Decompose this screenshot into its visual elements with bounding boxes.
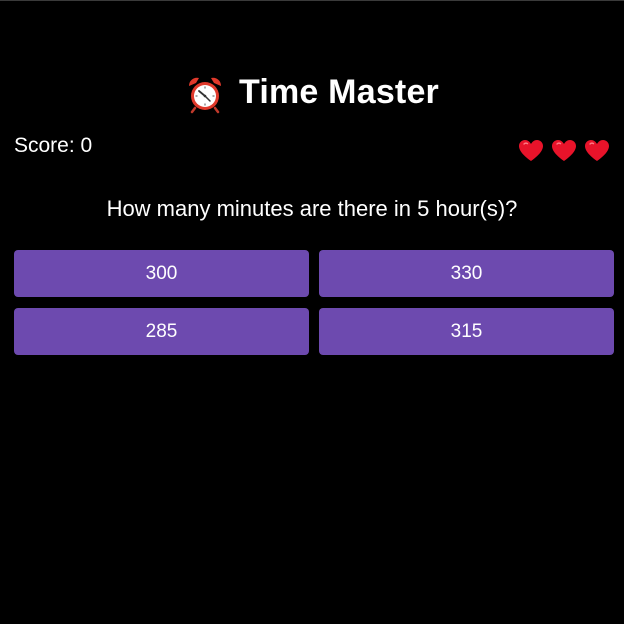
score-display: Score: 0	[14, 134, 93, 157]
answer-grid: 300 330 285 315	[14, 250, 614, 355]
answer-button[interactable]: 285	[14, 308, 309, 355]
answer-button[interactable]: 315	[319, 308, 614, 355]
heart-icon	[584, 139, 610, 163]
top-border	[0, 0, 624, 1]
game-header: Time Master	[0, 68, 624, 116]
lives-display	[518, 139, 610, 163]
alarm-clock-icon	[185, 74, 225, 114]
answer-button[interactable]: 330	[319, 250, 614, 297]
answer-button[interactable]: 300	[14, 250, 309, 297]
heart-icon	[551, 139, 577, 163]
heart-icon	[518, 139, 544, 163]
question-text: How many minutes are there in 5 hour(s)?	[106, 196, 518, 221]
game-title: Time Master	[239, 72, 439, 111]
